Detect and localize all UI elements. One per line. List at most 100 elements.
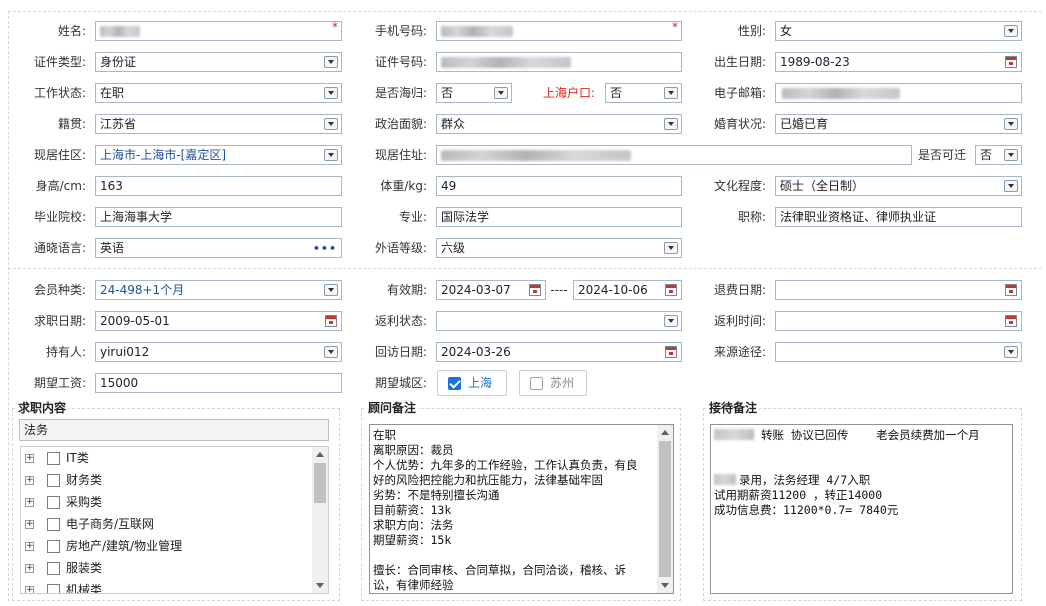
address-input[interactable] xyxy=(436,145,912,165)
jobseek-date-input[interactable]: 2009-05-01 xyxy=(95,311,342,331)
chevron-down-icon[interactable] xyxy=(324,56,338,68)
calendar-icon[interactable] xyxy=(1005,315,1017,327)
chevron-down-icon[interactable] xyxy=(664,242,678,254)
expand-icon[interactable]: + xyxy=(25,564,34,573)
expand-icon[interactable]: + xyxy=(25,476,34,485)
more-options-icon[interactable]: ••• xyxy=(313,243,337,254)
id-type-select[interactable]: 身份证 xyxy=(95,52,342,72)
tree-item[interactable]: + 房地产/建筑/物业管理 xyxy=(21,535,311,557)
scrollbar-thumb[interactable] xyxy=(314,463,326,503)
checkbox-unchecked-icon[interactable] xyxy=(47,474,60,487)
native-select[interactable]: 江苏省 xyxy=(95,114,342,134)
source-select[interactable] xyxy=(775,342,1022,362)
relocate-label: 是否可迁 xyxy=(918,148,967,162)
city-option-shanghai[interactable]: 上海 xyxy=(437,370,507,396)
checkbox-checked-icon[interactable] xyxy=(448,377,461,390)
relocate-select[interactable]: 否 xyxy=(975,145,1022,165)
checkbox-unchecked-icon[interactable] xyxy=(530,377,543,390)
checkbox-unchecked-icon[interactable] xyxy=(47,452,60,465)
refund-date-input[interactable] xyxy=(775,280,1022,300)
scroll-down-icon[interactable] xyxy=(316,583,324,588)
scroll-up-icon[interactable] xyxy=(316,452,324,457)
validity-end-input[interactable]: 2024-10-06 xyxy=(573,280,682,300)
checkbox-unchecked-icon[interactable] xyxy=(47,540,60,553)
tree-item[interactable]: + 机械类 xyxy=(21,579,311,593)
hukou-select[interactable]: 否 xyxy=(605,83,682,103)
checkbox-unchecked-icon[interactable] xyxy=(47,518,60,531)
school-input[interactable]: 上海海事大学 xyxy=(95,207,342,227)
calendar-icon[interactable] xyxy=(1005,284,1017,296)
expand-icon[interactable]: + xyxy=(25,498,34,507)
checkbox-unchecked-icon[interactable] xyxy=(47,562,60,575)
tree-item[interactable]: + 财务类 xyxy=(21,469,311,491)
education-select[interactable]: 硕士（全日制） xyxy=(775,176,1022,196)
email-input[interactable] xyxy=(775,83,1022,103)
job-content-selected-input[interactable]: 法务 xyxy=(19,419,329,441)
chevron-down-icon[interactable] xyxy=(1004,149,1018,161)
scrollbar-thumb[interactable] xyxy=(659,441,671,577)
expand-icon[interactable]: + xyxy=(25,542,34,551)
chevron-down-icon[interactable] xyxy=(664,87,678,99)
tree-item[interactable]: + 采购类 xyxy=(21,491,311,513)
calendar-icon[interactable] xyxy=(665,346,677,358)
scroll-down-icon[interactable] xyxy=(661,583,669,588)
political-select[interactable]: 群众 xyxy=(436,114,682,134)
redacted-id-number xyxy=(441,57,571,68)
chevron-down-icon[interactable] xyxy=(664,315,678,327)
chevron-down-icon[interactable] xyxy=(324,346,338,358)
tree-item[interactable]: + 电子商务/互联网 xyxy=(21,513,311,535)
weight-input[interactable]: 49 xyxy=(436,176,682,196)
rebate-status-select[interactable] xyxy=(436,311,682,331)
chevron-down-icon[interactable] xyxy=(1004,180,1018,192)
scroll-up-icon[interactable] xyxy=(661,430,669,435)
tree-item[interactable]: + IT类 xyxy=(21,447,311,469)
calendar-icon[interactable] xyxy=(529,284,541,296)
returnee-select[interactable]: 否 xyxy=(436,83,512,103)
major-input[interactable]: 国际法学 xyxy=(436,207,682,227)
chevron-down-icon[interactable] xyxy=(324,284,338,296)
phone-input[interactable]: * xyxy=(436,21,682,41)
chevron-down-icon[interactable] xyxy=(324,149,338,161)
language-input[interactable]: 英语 ••• xyxy=(95,238,342,258)
expand-icon[interactable]: + xyxy=(25,520,34,529)
marital-select[interactable]: 已婚已育 xyxy=(775,114,1022,134)
calendar-icon[interactable] xyxy=(1005,56,1017,68)
calendar-icon[interactable] xyxy=(325,315,337,327)
tree-scrollbar[interactable] xyxy=(312,447,328,593)
advisor-notes-textarea[interactable]: 在职 离职原因：裁员 个人优势：九年多的工作经验，工作认真负责，有良 好的风险把… xyxy=(369,424,674,594)
title-input[interactable]: 法律职业资格证、律师执业证 xyxy=(775,207,1022,227)
notes-scrollbar[interactable] xyxy=(657,425,673,593)
chevron-down-icon[interactable] xyxy=(324,118,338,130)
id-no-input[interactable] xyxy=(436,52,682,72)
residence-area-select[interactable]: 上海市-上海市-[嘉定区] xyxy=(95,145,342,165)
reception-notes-textarea[interactable]: 转账 协议已回传 老会员续费加一个月 录用，法务经理 4/7入职 试用期薪资11… xyxy=(710,424,1013,594)
city-option-suzhou[interactable]: 苏州 xyxy=(519,370,587,396)
holder-select[interactable]: yirui012 xyxy=(95,342,342,362)
member-type-select[interactable]: 24-498+1个月 xyxy=(95,280,342,300)
chevron-down-icon[interactable] xyxy=(664,118,678,130)
height-input[interactable]: 163 xyxy=(95,176,342,196)
work-status-select[interactable]: 在职 xyxy=(95,83,342,103)
expand-icon[interactable]: + xyxy=(25,454,34,463)
gender-select[interactable]: 女 xyxy=(775,21,1022,41)
birth-label: 出生日期: xyxy=(713,55,766,69)
foreign-level-select[interactable]: 六级 xyxy=(436,238,682,258)
checkbox-unchecked-icon[interactable] xyxy=(47,496,60,509)
revisit-date-input[interactable]: 2024-03-26 xyxy=(436,342,682,362)
birth-date-input[interactable]: 1989-08-23 xyxy=(775,52,1022,72)
expand-icon[interactable]: + xyxy=(25,586,34,593)
chevron-down-icon[interactable] xyxy=(1004,346,1018,358)
calendar-icon[interactable] xyxy=(665,284,677,296)
expected-salary-input[interactable]: 15000 xyxy=(95,373,342,393)
name-input[interactable]: * xyxy=(95,21,342,41)
height-label: 身高/cm: xyxy=(35,179,86,193)
chevron-down-icon[interactable] xyxy=(494,87,508,99)
rebate-time-input[interactable] xyxy=(775,311,1022,331)
checkbox-unchecked-icon[interactable] xyxy=(47,584,60,593)
chevron-down-icon[interactable] xyxy=(1004,118,1018,130)
chevron-down-icon[interactable] xyxy=(324,87,338,99)
validity-start-input[interactable]: 2024-03-07 xyxy=(436,280,546,300)
tree-item[interactable]: + 服装类 xyxy=(21,557,311,579)
job-category-tree[interactable]: + IT类 + 财务类 + 采购类 + 电子商务/互联网 + 房地产/建筑/物业… xyxy=(20,446,329,594)
chevron-down-icon[interactable] xyxy=(1004,25,1018,37)
